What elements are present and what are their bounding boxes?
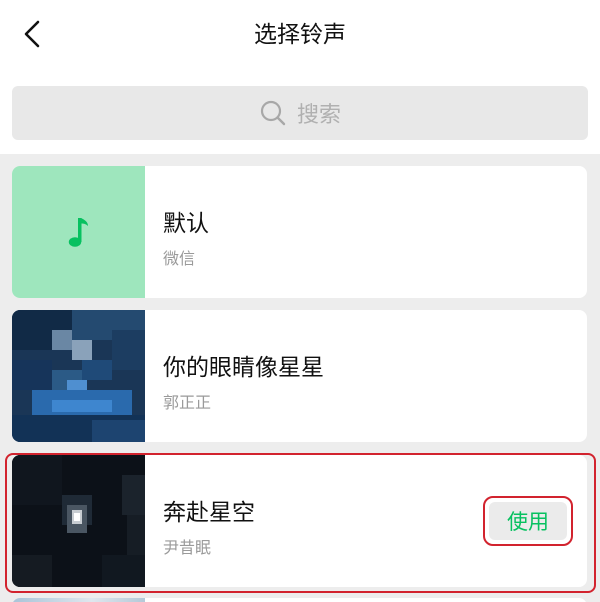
ringtone-item[interactable]: [12, 598, 587, 602]
search-icon: [260, 100, 286, 126]
ringtone-artist: 微信: [163, 249, 196, 268]
ringtone-item-default[interactable]: 默认 微信: [12, 166, 587, 298]
album-cover: [12, 455, 145, 587]
use-ringtone-button[interactable]: 使用: [489, 502, 567, 540]
page-title: 选择铃声: [254, 22, 346, 48]
ringtone-name: 你的眼睛像星星: [163, 355, 324, 381]
nav-bar: 选择铃声: [0, 0, 600, 70]
search-bar: 搜索: [0, 70, 600, 154]
ringtone-item[interactable]: 你的眼睛像星星 郭正正: [12, 310, 587, 442]
album-cover: [12, 598, 145, 602]
ringtone-thumbnail: [12, 166, 145, 298]
ringtone-artist: 尹昔眠: [163, 538, 212, 557]
ringtone-name: 默认: [163, 211, 209, 237]
ringtone-name: 奔赴星空: [163, 500, 255, 526]
chevron-left-icon: [24, 20, 40, 48]
back-button[interactable]: [10, 12, 54, 56]
search-input[interactable]: 搜索: [12, 86, 588, 140]
music-note-icon: [68, 218, 88, 247]
album-cover: [12, 310, 145, 442]
ringtone-artist: 郭正正: [163, 393, 212, 412]
search-placeholder: 搜索: [296, 103, 341, 128]
